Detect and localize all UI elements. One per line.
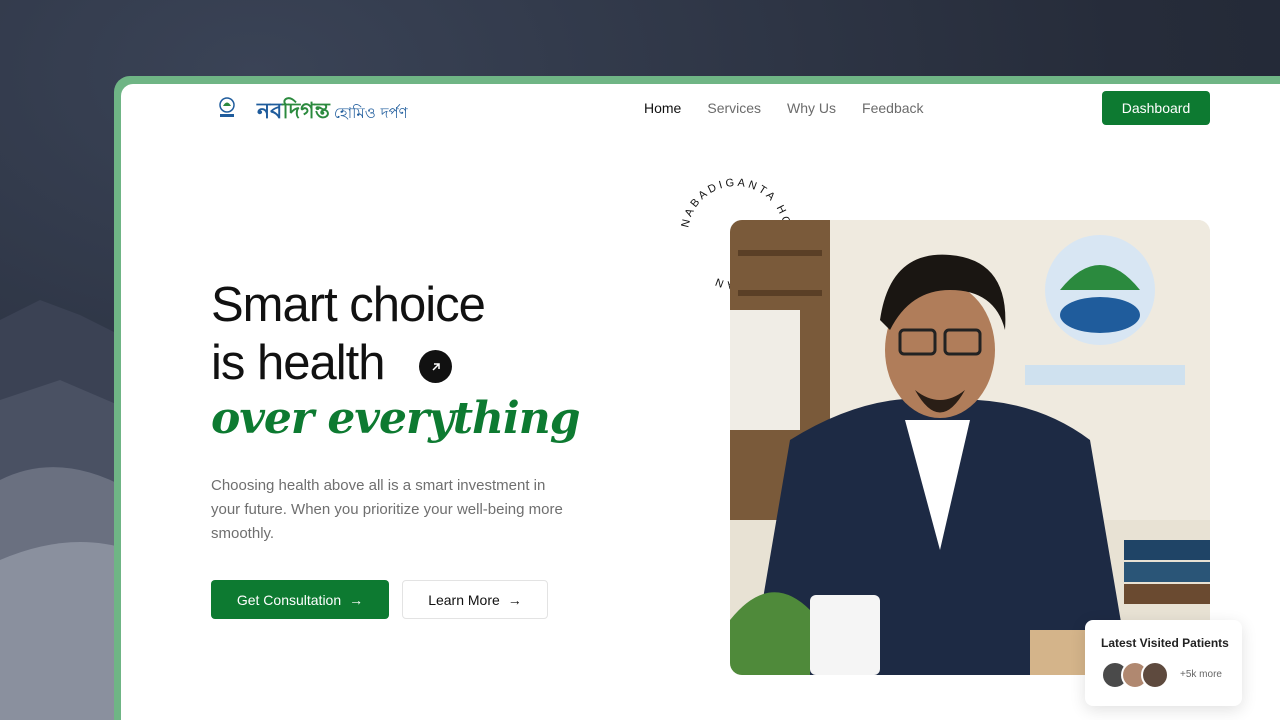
learn-more-label: Learn More: [428, 591, 500, 608]
patient-avatars: [1101, 661, 1169, 689]
logo-icon[interactable]: [216, 96, 238, 120]
brand-name[interactable]: নবদিগন্ত হোমিও দর্পণ: [257, 94, 408, 131]
avatar: [1141, 661, 1169, 689]
brand-title: নবদিগন্ত: [257, 94, 330, 131]
dashboard-button[interactable]: Dashboard: [1102, 91, 1210, 125]
brand-title-part-b: দিগন্ত: [282, 99, 330, 124]
learn-more-button[interactable]: Learn More →: [402, 580, 548, 619]
latest-patients-card[interactable]: Latest Visited Patients +5k more: [1085, 620, 1242, 706]
arrow-up-right-icon[interactable]: [419, 350, 452, 383]
doctor-photo: [730, 220, 1210, 675]
mountain-wallpaper: [0, 300, 130, 720]
arrow-right-icon: →: [507, 591, 522, 608]
hero-description: Choosing health above all is a smart inv…: [211, 477, 563, 542]
nav-why-us[interactable]: Why Us: [787, 100, 836, 116]
hero-heading-line3: over everything: [211, 393, 580, 444]
main-nav: Home Services Why Us Feedback: [644, 100, 924, 116]
hero-heading-line2: is health: [211, 336, 386, 390]
arrow-right-icon: →: [349, 591, 364, 608]
get-consultation-button[interactable]: Get Consultation →: [211, 580, 389, 619]
nav-home[interactable]: Home: [644, 100, 681, 116]
brand-title-part-a: নব: [257, 99, 283, 124]
landing-page: নবদিগন্ত হোমিও দর্পণ Home Services Why U…: [121, 84, 1280, 720]
get-consultation-label: Get Consultation: [236, 591, 342, 608]
patients-more-count: +5k more: [1180, 669, 1222, 680]
hero-heading-line1: Smart choice: [211, 278, 486, 332]
nav-services[interactable]: Services: [707, 100, 761, 116]
brand-subtitle: হোমিও দর্পণ: [333, 104, 408, 122]
patients-card-title: Latest Visited Patients: [1101, 636, 1229, 650]
nav-feedback[interactable]: Feedback: [862, 100, 923, 116]
